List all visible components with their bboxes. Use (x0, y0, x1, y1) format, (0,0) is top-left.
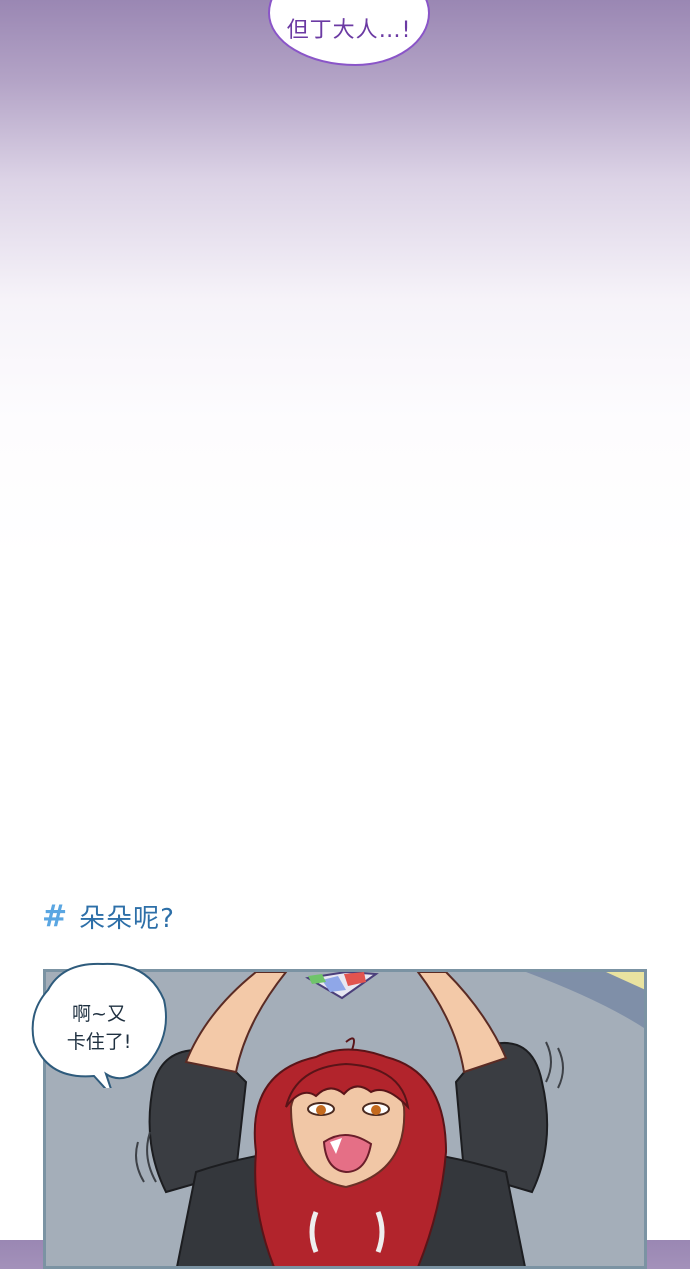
top-speech-bubble: 但丁大人…! (268, 0, 430, 66)
speech-line-1: 啊~又 (72, 1003, 126, 1025)
hash-icon: # (42, 898, 68, 934)
panel-speech-bubble: 啊~又 卡住了! (28, 960, 170, 1088)
section-title: 朵朵呢? (79, 904, 175, 934)
section-heading: # 朵朵呢? (42, 898, 175, 935)
speech-line-2: 卡住了! (66, 1031, 132, 1053)
speech-text: 啊~又 卡住了! (28, 1000, 170, 1056)
top-speech-text: 但丁大人…! (286, 18, 412, 43)
